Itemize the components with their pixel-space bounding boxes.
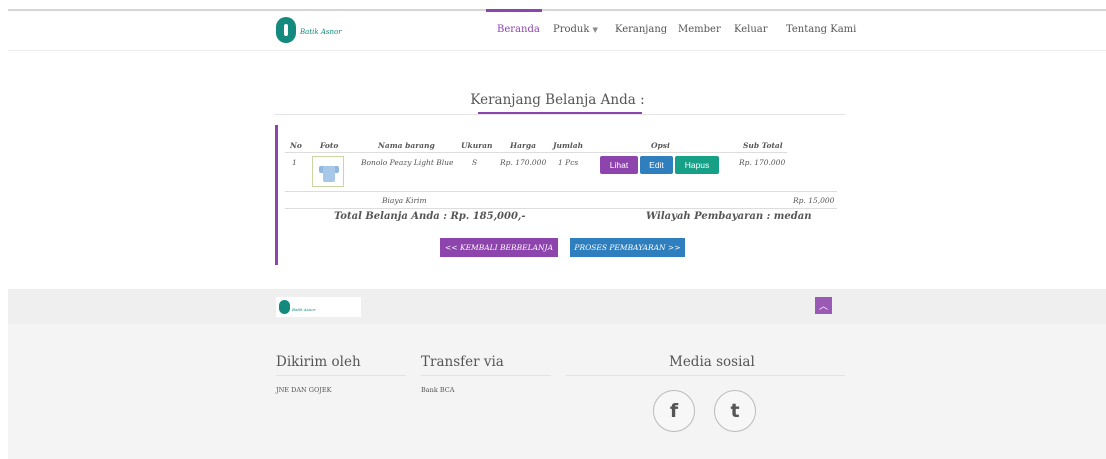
row-product-name: Bonolo Peazy Light Blue (361, 158, 454, 167)
footer-transfer-title: Transfer via (421, 354, 504, 370)
footer-logo-text: Batik Asnor (292, 307, 316, 312)
col-header-harga: Harga (510, 141, 537, 150)
col-header-opsi: Opsi (651, 141, 670, 150)
dress-logo-icon (276, 17, 296, 43)
nav-item-member[interactable]: Member (678, 24, 721, 35)
nav-active-indicator (486, 9, 542, 12)
footer-social-divider (566, 375, 845, 376)
title-underline (478, 112, 642, 114)
chevron-up-icon[interactable]: ︿ (815, 297, 832, 314)
row-size: S (472, 158, 478, 167)
facebook-icon[interactable]: f (653, 390, 695, 432)
brand-logo[interactable]: Batik Asnor (276, 15, 356, 47)
shipping-label: Biaya Kirim (382, 196, 427, 205)
nav-item-produk[interactable]: Produk ▼ (553, 24, 598, 35)
row-qty: 1 Pcs (558, 158, 579, 167)
tumblr-icon[interactable]: t (714, 390, 756, 432)
footer-transfer-divider (421, 375, 551, 376)
footer-topbar (8, 289, 1106, 324)
back-to-shop-button[interactable]: << KEMBALI BERBELANJA (440, 238, 558, 257)
nav-item-beranda[interactable]: Beranda (497, 24, 540, 35)
nav-item-keranjang[interactable]: Keranjang (615, 24, 667, 35)
footer-shipping-divider (276, 375, 406, 376)
footer-logo[interactable]: Batik Asnor (276, 297, 361, 317)
col-header-no: No (290, 141, 302, 150)
row-divider (285, 191, 837, 192)
row-no: 1 (292, 158, 297, 167)
brand-logo-text: Batik Asnor (300, 28, 342, 36)
nav-item-keluar[interactable]: Keluar (734, 24, 768, 35)
nav-item-produk-label: Produk (553, 24, 590, 35)
col-header-jumlah: Jumlah (553, 141, 584, 150)
row-subtotal: Rp. 170.000 (739, 158, 786, 167)
shirt-icon (319, 163, 339, 182)
footer-social-title: Media sosial (669, 354, 755, 370)
footer-shipping-title: Dikirim oleh (276, 354, 361, 370)
product-thumbnail[interactable] (312, 156, 344, 187)
nav-item-tentang-kami[interactable]: Tentang Kami (786, 24, 856, 35)
dress-logo-icon (279, 300, 290, 314)
total-amount: Total Belanja Anda : Rp. 185,000,- (334, 211, 526, 222)
payment-region: Wilayah Pembayaran : medan (646, 211, 812, 222)
row-price: Rp. 170.000 (500, 158, 547, 167)
title-divider (275, 114, 845, 115)
table-header-divider (285, 152, 787, 153)
footer-shipping-text: JNE DAN GOJEK (276, 386, 332, 394)
col-header-ukuran: Ukuran (461, 141, 493, 150)
delete-button[interactable]: Hapus (675, 156, 719, 174)
edit-button[interactable]: Edit (640, 156, 673, 174)
col-header-subtotal: Sub Total (743, 141, 783, 150)
shipping-divider (285, 208, 837, 209)
process-payment-button[interactable]: PROSES PEMBAYARAN >> (570, 238, 685, 257)
page-title: Keranjang Belanja Anda : (470, 92, 645, 108)
col-header-foto: Foto (320, 141, 339, 150)
col-header-nama: Nama barang (378, 141, 435, 150)
shipping-value: Rp. 15,000 (793, 196, 835, 205)
footer-transfer-text: Bank BCA (421, 386, 455, 394)
caret-down-icon: ▼ (592, 26, 598, 34)
view-button[interactable]: Lihat (600, 156, 638, 174)
